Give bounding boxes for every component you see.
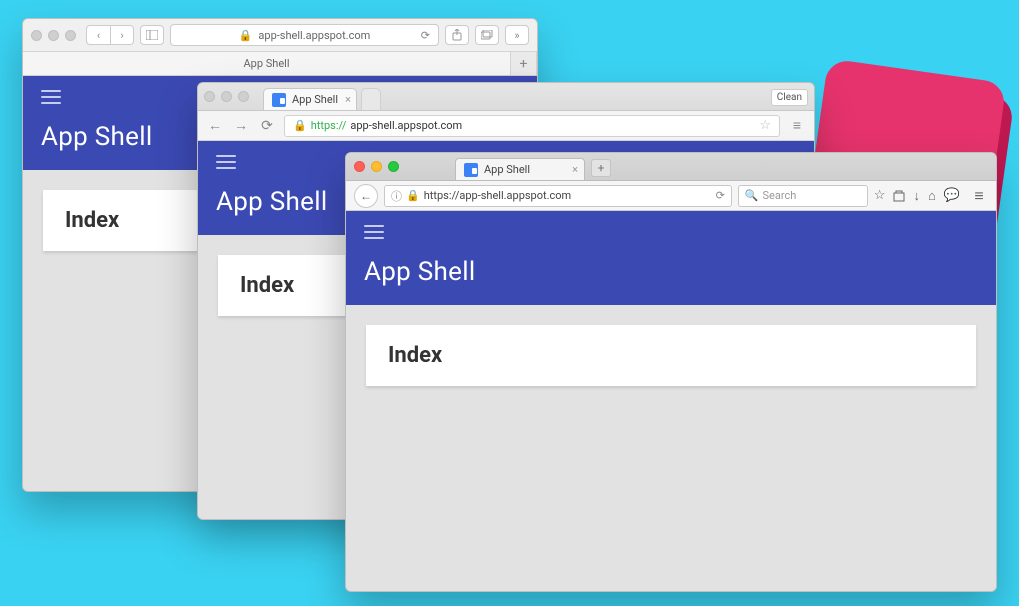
url-scheme: https:// — [311, 119, 347, 132]
back-button[interactable]: ← — [354, 184, 378, 208]
close-button[interactable] — [204, 91, 215, 102]
card-heading: Index — [388, 343, 954, 368]
search-icon: 🔍 — [745, 189, 759, 202]
safari-toolbar: ‹ › 🔒 app-shell.appspot.com ⟳ » — [23, 19, 537, 51]
bookmark-icon[interactable]: ☆ — [759, 118, 771, 133]
browser-tab[interactable]: App Shell × — [263, 88, 357, 110]
safari-tab-strip: App Shell + — [23, 51, 537, 75]
maximize-button[interactable] — [65, 30, 76, 41]
firefox-tab-strip: App Shell × + — [346, 153, 996, 181]
url-host: app-shell.appspot.com — [350, 119, 462, 132]
lock-icon: 🔒 — [239, 29, 253, 42]
window-controls — [31, 30, 76, 41]
chrome-tab-strip: App Shell × Clean — [198, 83, 814, 111]
content-card: Index — [366, 325, 976, 386]
library-icon[interactable] — [893, 190, 905, 202]
search-placeholder: Search — [763, 189, 797, 202]
favicon-icon — [464, 163, 478, 177]
tabs-button[interactable] — [475, 25, 499, 45]
close-tab-icon[interactable]: × — [345, 93, 351, 106]
safari-chrome: ‹ › 🔒 app-shell.appspot.com ⟳ » — [23, 19, 537, 76]
chat-icon[interactable]: 💬 — [944, 188, 960, 203]
back-button[interactable]: ← — [206, 117, 224, 134]
app-header: App Shell — [346, 211, 996, 305]
firefox-window: App Shell × + ← ⓘ 🔒 https://app-shell.ap… — [345, 152, 997, 592]
tab-title: App Shell — [243, 57, 289, 70]
tab-title: App Shell — [292, 93, 338, 106]
menu-icon[interactable] — [216, 155, 236, 169]
browser-tab[interactable]: App Shell × — [455, 158, 585, 180]
search-bar[interactable]: 🔍 Search — [738, 185, 868, 207]
menu-button[interactable]: ≡ — [788, 117, 806, 134]
maximize-button[interactable] — [238, 91, 249, 102]
menu-icon[interactable] — [364, 225, 384, 239]
lock-icon: 🔒 — [406, 189, 420, 202]
browser-tab[interactable]: App Shell — [23, 52, 511, 75]
close-tab-icon[interactable]: × — [572, 163, 578, 176]
window-controls — [354, 161, 399, 172]
address-bar[interactable]: ⓘ 🔒 https://app-shell.appspot.com ⟳ — [384, 185, 732, 207]
lock-icon: 🔒 — [293, 119, 307, 132]
minimize-button[interactable] — [48, 30, 59, 41]
minimize-button[interactable] — [371, 161, 382, 172]
share-button[interactable] — [445, 25, 469, 45]
safari-right-controls: » — [445, 25, 529, 45]
menu-icon[interactable] — [41, 90, 61, 104]
firefox-toolbar: ← ⓘ 🔒 https://app-shell.appspot.com ⟳ 🔍 … — [346, 181, 996, 211]
page-viewport: App Shell Index — [346, 211, 996, 592]
reload-icon[interactable]: ⟳ — [421, 29, 430, 42]
forward-button[interactable]: › — [110, 25, 134, 45]
bookmark-icon[interactable]: ☆ — [874, 188, 886, 203]
new-tab-button[interactable] — [361, 88, 381, 110]
window-controls — [204, 91, 249, 102]
minimize-button[interactable] — [221, 91, 232, 102]
address-bar[interactable]: 🔒 https://app-shell.appspot.com ☆ — [284, 115, 780, 137]
address-bar[interactable]: 🔒 app-shell.appspot.com ⟳ — [170, 24, 439, 46]
sidebar-button[interactable] — [140, 25, 164, 45]
close-button[interactable] — [31, 30, 42, 41]
nav-back-forward: ‹ › — [86, 25, 134, 45]
overflow-button[interactable]: » — [505, 25, 529, 45]
menu-button[interactable]: ≡ — [970, 186, 988, 206]
close-button[interactable] — [354, 161, 365, 172]
clean-badge[interactable]: Clean — [771, 89, 808, 106]
app-title: App Shell — [364, 257, 978, 287]
reload-icon[interactable]: ⟳ — [716, 189, 725, 202]
new-tab-button[interactable]: + — [511, 52, 537, 75]
reload-button[interactable]: ⟳ — [258, 118, 276, 134]
downloads-icon[interactable]: ↓ — [913, 188, 920, 204]
toolbar-icons: ☆ ↓ ⌂ 💬 — [874, 188, 960, 204]
url-text: app-shell.appspot.com — [258, 29, 370, 42]
forward-button[interactable]: → — [232, 117, 250, 134]
new-tab-button[interactable]: + — [591, 159, 611, 177]
chrome-toolbar: ← → ⟳ 🔒 https://app-shell.appspot.com ☆ … — [198, 111, 814, 141]
home-icon[interactable]: ⌂ — [928, 188, 936, 204]
maximize-button[interactable] — [388, 161, 399, 172]
favicon-icon — [272, 93, 286, 107]
tab-title: App Shell — [484, 163, 530, 176]
info-icon[interactable]: ⓘ — [391, 188, 402, 204]
url-text: https://app-shell.appspot.com — [424, 189, 572, 202]
back-button[interactable]: ‹ — [86, 25, 110, 45]
